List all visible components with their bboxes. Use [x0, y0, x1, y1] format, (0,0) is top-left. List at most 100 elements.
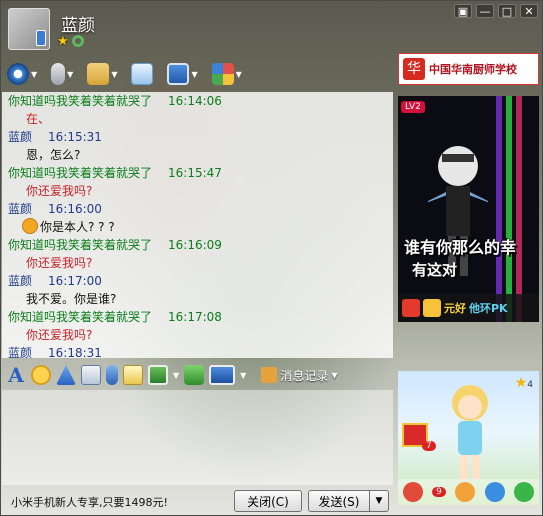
- file-transfer-icon: [87, 63, 110, 85]
- message-header: 你知道吗我笑着笑着就哭了 16:15:47: [2, 164, 393, 182]
- message-header: 你知道吗我笑着笑着就哭了 16:14:06: [2, 92, 393, 110]
- message-time: 16:14:06: [168, 94, 222, 108]
- monitor-icon: [167, 63, 190, 85]
- sender-name: 蓝颜: [8, 202, 33, 216]
- send-options-button[interactable]: ▼: [369, 490, 389, 512]
- chevron-down-icon: ▼: [235, 69, 242, 79]
- shirt-icon[interactable]: [484, 482, 505, 502]
- font-icon[interactable]: A: [6, 365, 26, 385]
- refresh-icon[interactable]: [514, 482, 535, 502]
- show-caption-2: 有这对: [412, 261, 458, 279]
- message-header: 你知道吗我笑着笑着就哭了 16:16:09: [2, 236, 393, 254]
- chat-history[interactable]: 你知道吗我笑着笑着就哭了 16:14:06 在、 蓝颜 16:15:31 恩，怎么?…: [2, 92, 393, 358]
- maximize-button[interactable]: □: [498, 4, 516, 18]
- screenshot-icon[interactable]: [209, 365, 236, 385]
- sender-name: 你知道吗我笑着笑着就哭了: [8, 238, 153, 252]
- chevron-down-icon: ▼: [67, 69, 74, 79]
- message-body: 在、: [26, 112, 51, 126]
- home-icon[interactable]: [402, 299, 420, 317]
- sender-name: 蓝颜: [8, 346, 33, 358]
- minimize-button[interactable]: —: [476, 4, 494, 18]
- message-header: 蓝颜 16:16:00: [2, 200, 393, 218]
- swap-icon[interactable]: [455, 482, 476, 502]
- pk-button[interactable]: 他环PK: [469, 300, 508, 316]
- chat-window: 蓝颜 ★ ▣ — □ ✕ ▼ ▼ ▼ ▼ ▼ 你知道吗我笑着笑着就哭了 16:1…: [0, 0, 543, 516]
- top-toolbar: ▼ ▼ ▼ ▼ ▼: [7, 61, 242, 87]
- message-input[interactable]: [2, 390, 393, 485]
- contact-name: 蓝颜: [61, 16, 95, 36]
- sender-name: 你知道吗我笑着笑着就哭了: [8, 166, 153, 180]
- close-window-button[interactable]: ✕: [520, 4, 538, 18]
- show-bar-label[interactable]: 元好: [444, 300, 466, 316]
- chevron-down-icon: ▼: [31, 69, 38, 79]
- skin-button[interactable]: ▣: [454, 4, 472, 18]
- ad-banner[interactable]: 华 中国华南厨师学校: [398, 53, 539, 85]
- sender-name: 蓝颜: [8, 274, 33, 288]
- contact-avatar[interactable]: [8, 8, 50, 50]
- message-body: 恩，怎么?: [26, 148, 81, 162]
- home-icon[interactable]: [402, 482, 423, 502]
- new-chat-button[interactable]: [131, 63, 154, 85]
- cartoon-girl-image: [452, 385, 488, 479]
- chevron-down-icon[interactable]: ▼: [173, 371, 179, 380]
- message-header: 蓝颜 16:17:00: [2, 272, 393, 290]
- sender-name: 蓝颜: [8, 130, 33, 144]
- webcam-icon: [7, 63, 29, 85]
- qzone-icon[interactable]: [71, 35, 84, 47]
- nudge-icon[interactable]: [56, 365, 76, 385]
- gift-badge: 7: [422, 441, 436, 451]
- send-file-button[interactable]: ▼: [87, 63, 117, 85]
- voice-call-button[interactable]: ▼: [51, 63, 73, 85]
- message-header: 蓝颜 16:15:31: [2, 128, 393, 146]
- ad-banner-text: 中国华南厨师学校: [429, 63, 517, 76]
- qq-show-panel[interactable]: LV2 谁有你那么的幸 有这对 元好 他环PK: [398, 96, 539, 322]
- magic-expression-icon[interactable]: [81, 365, 101, 385]
- flower-icon[interactable]: [423, 299, 441, 317]
- window-controls: ▣ — □ ✕: [454, 4, 538, 18]
- history-icon: [261, 367, 278, 383]
- game-panel[interactable]: 7 ★4 9: [398, 371, 539, 505]
- show-caption: 谁有你那么的幸: [404, 238, 517, 257]
- apps-button[interactable]: ▼: [211, 63, 242, 85]
- star-icon[interactable]: ★: [57, 35, 69, 48]
- message-text: 你是本人? ? ?: [40, 220, 115, 234]
- screen-share-button[interactable]: ▼: [167, 63, 198, 85]
- decor-stripe: [496, 96, 502, 322]
- input-toolbar: A ▼ ▼ 消息记录 ▼: [2, 361, 393, 389]
- message-body: 你是本人? ? ?: [2, 218, 393, 236]
- chat-add-icon: [131, 63, 154, 85]
- game-bar: 9: [398, 479, 539, 505]
- message-time: 16:15:31: [48, 130, 102, 144]
- doodle-icon[interactable]: [123, 365, 143, 385]
- show-bar: 元好 他环PK: [398, 294, 539, 322]
- level-badge: 9: [432, 487, 446, 497]
- message-time: 16:16:00: [48, 202, 102, 216]
- message-body: 你还爱我吗?: [26, 256, 93, 270]
- send-button[interactable]: 发送(S): [308, 490, 370, 512]
- message-record-button[interactable]: 消息记录 ▼: [261, 367, 337, 384]
- close-button[interactable]: 关闭(C): [234, 490, 302, 512]
- sender-name: 你知道吗我笑着笑着就哭了: [8, 310, 153, 324]
- mobile-online-icon: [36, 30, 46, 46]
- send-image-icon[interactable]: [148, 365, 168, 385]
- decor-stripe: [506, 96, 512, 322]
- message-body: 你还爱我吗?: [26, 328, 93, 342]
- status-icons: ★: [57, 35, 84, 48]
- message-time: 16:15:47: [168, 166, 222, 180]
- chevron-down-icon: ▼: [331, 370, 338, 380]
- ad-link[interactable]: 小米手机新人专享,只要1498元!: [11, 494, 168, 510]
- school-logo-icon: 华: [403, 58, 425, 80]
- music-icon[interactable]: [184, 365, 205, 385]
- level-badge: LV2: [401, 101, 425, 113]
- chevron-down-icon[interactable]: ▼: [240, 371, 246, 380]
- message-body: 我不爱。你是谁?: [26, 292, 117, 306]
- message-time: 16:17:00: [48, 274, 102, 288]
- star-badge[interactable]: ★4: [515, 375, 533, 391]
- chevron-down-icon: ▼: [111, 69, 118, 79]
- message-header: 蓝颜 16:18:31: [2, 344, 393, 358]
- voice-message-icon[interactable]: [106, 365, 118, 385]
- sender-name: 你知道吗我笑着笑着就哭了: [8, 94, 153, 108]
- video-call-button[interactable]: ▼: [7, 63, 37, 85]
- emoji-icon[interactable]: [31, 365, 51, 385]
- message-time: 16:17:08: [168, 310, 222, 324]
